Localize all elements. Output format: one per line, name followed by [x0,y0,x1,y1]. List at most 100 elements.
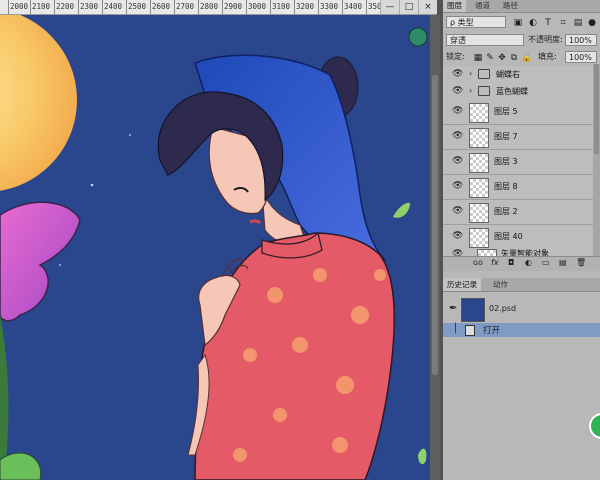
filter-kind-select[interactable]: ρ 类型 [446,16,506,28]
maximize-button[interactable]: □ [399,0,418,14]
brush-source-icon[interactable]: ✒ [449,303,457,314]
layer-name: 图层 40 [494,232,523,241]
lock-brush-icon[interactable]: ✎ [485,53,495,63]
document-canvas[interactable] [0,15,430,480]
document-icon [465,325,475,336]
adjustment-filter-icon[interactable]: ◐ [528,18,538,28]
star [129,134,131,136]
history-entry[interactable]: ▕ 打开 [443,323,600,337]
layer-name: 图层 8 [494,182,518,191]
lock-transparent-icon[interactable]: ▦ [473,53,483,63]
layer-thumbnail [469,103,489,123]
visibility-eye-icon[interactable]: 👁 [452,231,463,241]
type-filter-icon[interactable]: T [543,18,553,28]
scroll-thumb[interactable] [432,75,438,375]
layer-name: 图层 2 [494,207,518,216]
delete-layer-icon[interactable]: 🗑 [576,258,586,267]
ruler-tick: 3000 [245,0,267,14]
new-layer-icon[interactable]: ▤ [559,258,567,267]
ruler-tick: 2500 [125,0,147,14]
close-button[interactable]: × [418,0,437,14]
layers-panel: 图层 通道 路径 ρ 类型 ▣ ◐ T ⌗ ▤ ● 穿透 不透明度: 100% … [443,0,600,480]
layer-name: 蓝色蝴蝶 [496,87,528,96]
layer-row[interactable]: 👁 图层 40 [443,225,593,250]
history-checkbox[interactable]: ▕ [449,324,456,334]
history-entry-label: 打开 [483,326,501,336]
lock-all-icon[interactable]: 🔒 [521,53,532,63]
tab-history[interactable]: 历史记录 [443,278,481,291]
tab-layers[interactable]: 图层 [443,0,466,12]
visibility-eye-icon[interactable]: 👁 [452,156,463,166]
visibility-eye-icon[interactable]: 👁 [452,69,463,79]
layer-row[interactable]: 👁 图层 8 [443,175,593,200]
history-snapshot[interactable]: ✒ 02.psd [443,296,600,322]
layer-group[interactable]: 👁 › 蝴蝶右 [443,66,593,84]
layers-scrollbar[interactable] [593,64,600,262]
ruler-tick: 2000 [7,0,29,14]
layer-row[interactable]: 👁 图层 7 [443,125,593,150]
layer-thumbnail [469,203,489,223]
add-mask-icon[interactable]: ◘ [508,258,514,267]
lock-position-icon[interactable]: ✥ [497,53,507,63]
ruler-tick: 2100 [29,0,51,14]
new-group-icon[interactable]: ▭ [542,258,550,267]
ruler-tick: 3300 [317,0,339,14]
blend-mode-select[interactable]: 穿透 [446,34,524,46]
lock-label: 锁定: [446,52,465,61]
layer-thumbnail [469,228,489,248]
visibility-eye-icon[interactable]: 👁 [452,131,463,141]
filter-toggle-icon[interactable]: ● [587,18,597,28]
ruler-tick: 2200 [53,0,75,14]
link-layers-icon[interactable]: ɢᴏ [473,258,483,267]
layer-row[interactable]: 👁 图层 3 [443,150,593,175]
layer-row[interactable]: 👁 图层 5 [443,100,593,125]
canvas-vertical-scrollbar[interactable] [430,15,440,480]
leaf [393,202,411,218]
minimize-button[interactable]: — [380,0,399,14]
flower [0,201,81,322]
fx-icon[interactable]: fx [491,258,499,267]
lock-row: 锁定: ▦ ✎ ✥ ⧉ 🔒 填充: 100% [443,50,600,64]
horizontal-ruler: 2000 2100 2200 2300 2400 2500 2600 2700 … [0,0,436,15]
layer-name: 蝴蝶右 [496,70,520,79]
layer-name: 图层 5 [494,107,518,116]
layer-name: 图层 3 [494,157,518,166]
lips [249,219,262,225]
tab-channels[interactable]: 通道 [471,0,494,12]
smart-object-filter-icon[interactable]: ▤ [573,18,583,28]
snapshot-thumbnail [461,298,485,322]
layer-thumbnail [469,178,489,198]
ruler-tick: 2800 [197,0,219,14]
layer-group[interactable]: 👁 › 蓝色蝴蝶 [443,83,593,101]
adjustment-layer-icon[interactable]: ◐ [525,258,532,267]
chevron-right-icon[interactable]: › [469,69,472,78]
visibility-eye-icon[interactable]: 👁 [452,106,463,116]
layer-thumbnail [469,153,489,173]
visibility-eye-icon[interactable]: 👁 [452,181,463,191]
ruler-tick: 2700 [173,0,195,14]
visibility-eye-icon[interactable]: 👁 [452,86,463,96]
scroll-thumb[interactable] [594,64,599,154]
opacity-input[interactable]: 100% [565,34,597,46]
star [90,183,94,187]
lock-artboard-icon[interactable]: ⧉ [509,53,519,63]
folder-icon [478,86,490,96]
floating-assistant-button[interactable] [591,415,600,437]
blend-row: 穿透 不透明度: 100% [443,32,600,48]
folder-icon [478,69,490,79]
layers-panel-tabs: 图层 通道 路径 [443,0,600,13]
illustration [0,15,428,480]
fill-input[interactable]: 100% [565,51,597,63]
shape-filter-icon[interactable]: ⌗ [558,18,568,28]
pixel-filter-icon[interactable]: ▣ [513,18,523,28]
history-panel-tabs: 历史记录 动作 [443,278,600,292]
moon [0,15,77,191]
snapshot-name: 02.psd [489,304,517,313]
tab-actions[interactable]: 动作 [489,278,512,291]
layer-row[interactable]: 👁 图层 2 [443,200,593,225]
ruler-tick: 2300 [77,0,99,14]
chevron-right-icon[interactable]: › [469,86,472,95]
visibility-eye-icon[interactable]: 👁 [452,206,463,216]
tab-paths[interactable]: 路径 [499,0,522,12]
ruler-tick: 2900 [221,0,243,14]
